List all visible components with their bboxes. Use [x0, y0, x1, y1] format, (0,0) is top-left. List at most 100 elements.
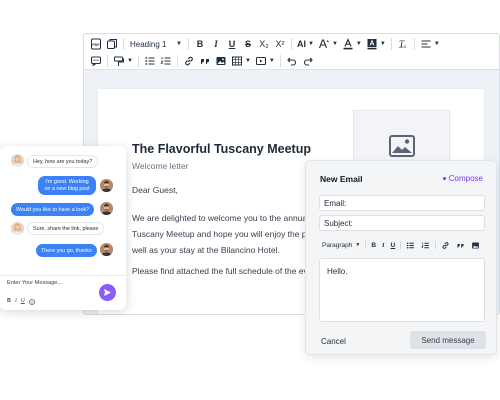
toolbar-row-1: PDF Heading 1 ▼ B I U S X₂ X² AI ▼ ▼ ▼ ▼… — [88, 36, 442, 52]
toolbar-separator — [291, 38, 292, 50]
document-title: The Flavorful Tuscany Meetup — [132, 142, 311, 156]
image-icon[interactable] — [468, 241, 483, 250]
bullet-list-icon[interactable] — [142, 53, 158, 69]
clear-formatting-button[interactable]: T̲ₓ — [395, 36, 411, 52]
document-paragraph-line: We are delighted to welcome you to the a… — [132, 213, 317, 223]
svg-text:PDF: PDF — [92, 43, 100, 47]
toolbar-separator — [435, 241, 437, 249]
email-block-format-value: Paragraph — [322, 241, 353, 249]
email-toolbar: Paragraph ▼ B I U — [319, 238, 485, 252]
toolbar-separator — [400, 241, 402, 249]
chevron-down-icon: ▼ — [433, 41, 440, 47]
document-greeting: Dear Guest, — [132, 185, 178, 195]
media-icon[interactable]: ▼ — [253, 53, 277, 69]
link-icon[interactable] — [181, 53, 197, 69]
toolbar-separator — [123, 38, 124, 50]
chat-bold-button[interactable]: B — [7, 298, 11, 305]
cancel-button[interactable]: Cancel — [321, 337, 346, 346]
toolbar-separator — [188, 38, 189, 50]
toolbar-separator — [137, 55, 139, 67]
subject-field[interactable]: Subject: — [319, 215, 485, 231]
background-color-icon[interactable]: ▼ — [364, 36, 388, 52]
chevron-down-icon: ▼ — [331, 41, 338, 47]
toolbar-separator — [176, 55, 178, 67]
copy-icon[interactable] — [104, 36, 120, 52]
underline-button[interactable]: U — [224, 36, 240, 52]
table-icon[interactable]: ▼ — [229, 53, 253, 69]
email-body-editor[interactable]: Hello. — [319, 258, 485, 322]
new-email-panel: New Email Compose Email: Subject: Paragr… — [305, 160, 497, 355]
chevron-down-icon: ▼ — [127, 58, 133, 64]
document-paragraph-line: Please find attached the full schedule o… — [132, 266, 313, 276]
chat-send-button[interactable] — [99, 284, 116, 301]
editor-toolbar: PDF Heading 1 ▼ B I U S X₂ X² AI ▼ ▼ ▼ ▼… — [84, 34, 499, 70]
chat-message-incoming: Sure, share the link, please — [27, 222, 105, 235]
toolbar-row-2: ▼ ▼ ▼ — [88, 53, 316, 69]
format-painter-icon[interactable]: ▼ — [111, 53, 135, 69]
blockquote-icon[interactable] — [453, 241, 468, 250]
chevron-down-icon: ▼ — [355, 41, 362, 47]
document-subtitle: Welcome letter — [132, 161, 189, 171]
avatar — [100, 243, 113, 256]
toolbar-separator — [279, 55, 281, 67]
compose-link[interactable]: Compose — [442, 174, 483, 183]
chevron-down-icon: ▼ — [176, 41, 182, 47]
toolbar-separator — [107, 55, 108, 67]
avatar — [11, 222, 24, 235]
document-paragraph-line: well as your stay at the Bilancino Hotel… — [132, 245, 280, 255]
pdf-export-icon[interactable]: PDF — [88, 36, 104, 52]
chevron-down-icon: ▼ — [379, 41, 386, 47]
subject-field-label: Subject: — [324, 218, 353, 228]
numbered-list-icon[interactable] — [418, 241, 433, 250]
undo-icon[interactable] — [284, 53, 300, 69]
block-format-select[interactable]: Heading 1 ▼ — [127, 36, 185, 52]
comment-icon[interactable] — [88, 53, 104, 69]
chat-underline-button[interactable]: U — [21, 298, 25, 305]
text-style-icon[interactable]: ▼ — [316, 36, 340, 52]
email-block-format-select[interactable]: Paragraph ▼ — [319, 242, 363, 249]
image-icon[interactable] — [213, 53, 229, 69]
email-bold-button[interactable]: B — [368, 242, 379, 249]
superscript-button[interactable]: X² — [272, 36, 288, 52]
emoji-icon[interactable] — [28, 298, 35, 305]
toolbar-separator — [365, 241, 367, 249]
chevron-down-icon: ▼ — [268, 58, 275, 64]
strikethrough-button[interactable]: S — [240, 36, 256, 52]
numbered-list-icon[interactable] — [158, 53, 174, 69]
chevron-down-icon: ▼ — [308, 41, 314, 47]
avatar — [11, 154, 24, 167]
toolbar-separator — [390, 38, 392, 50]
compose-label: Compose — [448, 174, 483, 183]
email-italic-button[interactable]: I — [379, 242, 388, 249]
chat-message-outgoing: There you go, thanks — [36, 244, 97, 257]
text-color-icon[interactable]: ▼ — [340, 36, 364, 52]
chat-message-outgoing: I'm good. Working on a new blog post — [38, 176, 96, 195]
email-underline-button[interactable]: U — [388, 242, 399, 249]
chat-message-incoming: Hey, how are you today? — [27, 155, 99, 168]
font-size-select[interactable]: AI ▼ — [295, 36, 316, 52]
avatar — [100, 179, 113, 192]
block-format-value: Heading 1 — [130, 39, 167, 49]
email-body-text: Hello. — [327, 267, 348, 276]
chat-format-tools: B I U — [7, 298, 35, 305]
image-icon — [388, 135, 415, 157]
chat-italic-button[interactable]: I — [15, 298, 17, 305]
chevron-down-icon: ▼ — [355, 242, 361, 248]
document-paragraph-line: Tuscany Meetup and hope you will enjoy t… — [132, 229, 315, 239]
email-panel-title: New Email — [320, 174, 363, 184]
blockquote-icon[interactable] — [197, 53, 213, 69]
avatar — [100, 202, 113, 215]
italic-button[interactable]: I — [208, 36, 224, 52]
subscript-button[interactable]: X₂ — [256, 36, 272, 52]
bold-button[interactable]: B — [192, 36, 208, 52]
email-field-label: Email: — [324, 198, 347, 208]
align-icon[interactable]: ▼ — [418, 36, 442, 52]
redo-icon[interactable] — [300, 53, 316, 69]
send-message-button[interactable]: Send message — [410, 331, 486, 349]
email-field[interactable]: Email: — [319, 195, 485, 211]
compose-dot-icon — [442, 177, 446, 180]
bullet-list-icon[interactable] — [403, 241, 418, 250]
link-icon[interactable] — [438, 241, 453, 250]
chat-message-input[interactable]: Enter Your Message... — [7, 280, 91, 286]
font-size-label: AI — [297, 39, 306, 49]
